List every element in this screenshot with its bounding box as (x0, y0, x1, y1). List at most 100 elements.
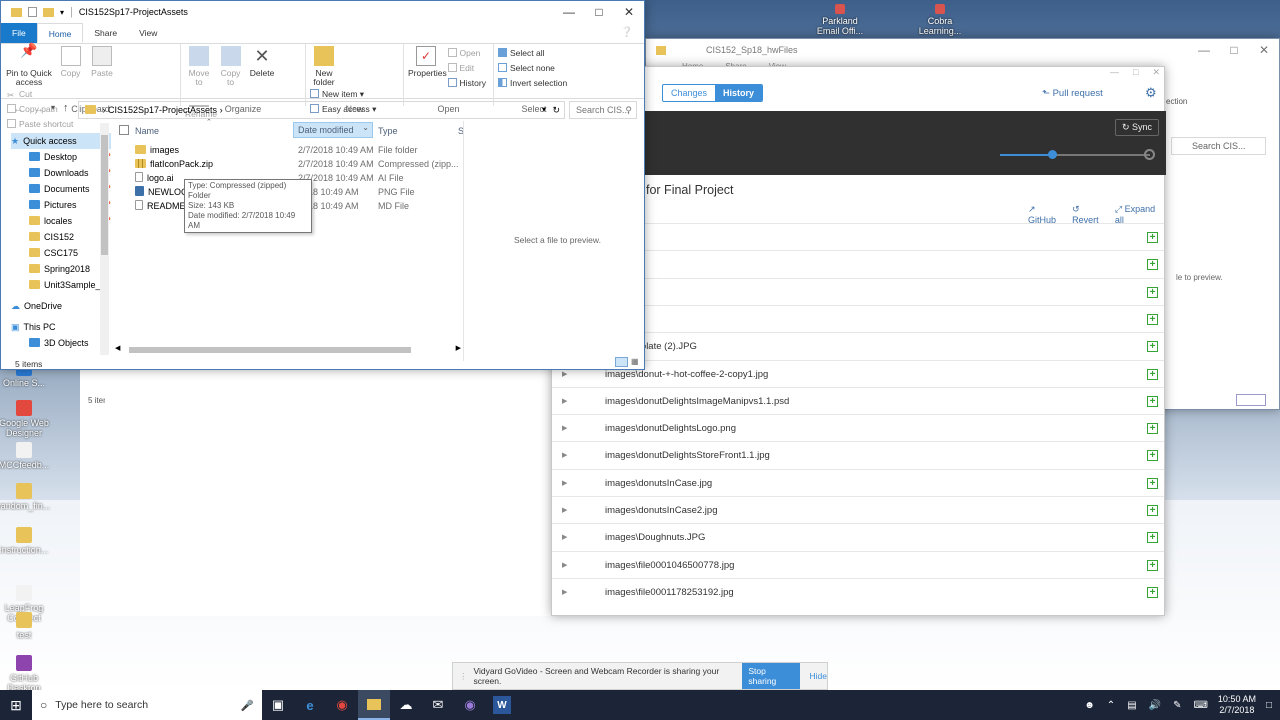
minimize-icon[interactable]: — (554, 5, 584, 19)
notifications-icon[interactable]: □ (1266, 700, 1272, 711)
drag-handle-icon[interactable]: ⋮ (459, 671, 468, 682)
file-row[interactable]: flatIconPack.zip 2/7/2018 10:49 AM Compres… (111, 157, 461, 171)
changed-file-row[interactable]: ▶ images\donutsInCase2.jpg + (552, 496, 1164, 523)
search-input[interactable]: Search CIS... ⚲ (569, 101, 637, 119)
file-row[interactable]: images 2/7/2018 10:49 AM File folder (111, 143, 461, 157)
microphone-icon[interactable]: 🎤 (241, 699, 254, 712)
desktop-icon[interactable]: random_fin... (0, 483, 54, 511)
network-icon[interactable]: ▤ (1127, 700, 1136, 711)
nav-item[interactable]: Pictures📌 (11, 197, 111, 213)
select-all-button[interactable]: Select all (498, 46, 570, 61)
desktop-icon[interactable]: instruction... (0, 527, 54, 555)
minimize-icon[interactable]: — (1189, 43, 1219, 57)
nav-scrollbar[interactable] (100, 123, 109, 355)
nav-item[interactable]: ▣ This PC (11, 319, 111, 335)
column-dropdown-icon[interactable]: ⌄ (362, 123, 369, 132)
select-none-button[interactable]: Select none (498, 61, 570, 76)
clock[interactable]: 10:50 AM 2/7/2018 (1218, 694, 1256, 716)
address-dropdown-icon[interactable]: ▾ (542, 102, 546, 118)
changed-file-row[interactable]: ▶ images\donutDelightsStoreFront1.1.jpg + (552, 441, 1164, 468)
nav-item[interactable]: CIS152 (11, 229, 111, 245)
volume-icon[interactable]: 🔊 (1149, 700, 1161, 711)
qat-dropdown-icon[interactable]: ▾ (60, 8, 64, 17)
task-view-icon[interactable]: ▣ (262, 690, 294, 720)
timeline-selected-dot[interactable] (1048, 150, 1057, 159)
word-icon[interactable]: W (493, 696, 511, 714)
tab-changes[interactable]: Changes (663, 85, 715, 101)
expand-triangle-icon[interactable]: ▶ (562, 388, 567, 415)
expand-triangle-icon[interactable]: ▶ (562, 524, 567, 551)
expand-triangle-icon[interactable]: ▶ (562, 579, 567, 606)
start-button[interactable]: ⊞ (0, 690, 32, 720)
keyboard-icon[interactable]: ⌨ (1193, 700, 1207, 711)
up-arrow-icon[interactable]: ↑ (63, 102, 69, 114)
open-button[interactable]: Open (447, 46, 486, 61)
maximize-icon[interactable]: □ (1219, 43, 1249, 57)
new-folder-quick-icon[interactable] (43, 7, 54, 17)
delete-button[interactable]: ✕ Delete (248, 46, 276, 78)
help-icon[interactable]: ❔ (610, 23, 644, 43)
file-explorer-window[interactable]: ▾ | CIS152Sp17-ProjectAssets — □ ✕ File … (0, 0, 645, 370)
invert-selection-button[interactable]: Invert selection (498, 76, 570, 91)
history-button[interactable]: History (447, 76, 486, 91)
tab-view[interactable]: View (128, 23, 168, 43)
paste-button[interactable]: Paste (88, 46, 116, 78)
column-date-modified[interactable]: Date modified ⌄ (293, 122, 373, 138)
edge-browser-icon[interactable]: e (294, 690, 326, 720)
move-to-button[interactable]: Move to (185, 46, 213, 87)
large-icons-view-icon[interactable]: ▦ (631, 357, 641, 367)
back-search-input[interactable]: Search CIS... (1171, 137, 1266, 155)
desktop-icon[interactable]: MCCfeedb... (0, 442, 54, 470)
nav-item[interactable]: Desktop📌 (11, 149, 111, 165)
sync-button[interactable]: ↻ Sync (1115, 119, 1160, 136)
revert-button[interactable]: ↺ Revert (1072, 204, 1107, 225)
properties-quick-icon[interactable] (28, 7, 37, 17)
copy-button[interactable]: Copy (57, 46, 85, 78)
nav-item[interactable]: 3D Objects (11, 335, 111, 351)
pin-quick-access-button[interactable]: 📌 Pin to Quick access (5, 43, 53, 87)
select-all-checkbox[interactable] (119, 125, 129, 135)
horizontal-scrollbar[interactable]: ◀ ▶ (115, 345, 461, 355)
copy-to-button[interactable]: Copy to (217, 46, 245, 87)
desktop-icon[interactable]: test (0, 612, 54, 640)
refresh-icon[interactable]: ↻ (552, 102, 560, 118)
changed-file-row[interactable]: ▶ images\file0001046500778.jpg + (552, 550, 1164, 578)
gh-maximize-icon[interactable]: □ (1133, 67, 1138, 77)
tab-home[interactable]: Home (36, 23, 84, 43)
pull-request-button[interactable]: ⬑ Pull request (1042, 88, 1103, 99)
maximize-icon[interactable]: □ (584, 5, 614, 19)
cloud-app-icon[interactable]: ☁ (390, 690, 422, 720)
expand-all-button[interactable]: ⤢ Expand all (1115, 204, 1164, 225)
recent-dropdown-icon[interactable]: ▾ (51, 103, 55, 112)
desktop-icon[interactable]: Cobra Learning... (910, 4, 970, 36)
changed-file-row[interactable]: ▶ images\file0001178253192.jpg + (552, 577, 1164, 606)
hide-button[interactable]: Hide (810, 671, 827, 681)
file-explorer-taskbar-icon[interactable] (358, 690, 390, 720)
nav-item[interactable]: locales📌 (11, 213, 111, 229)
settings-gear-icon[interactable]: ⚙ (1145, 85, 1157, 101)
expand-triangle-icon[interactable]: ▶ (562, 415, 567, 442)
timeline-end-dot[interactable] (1144, 149, 1155, 160)
stop-sharing-button[interactable]: Stop sharing (742, 663, 800, 689)
changed-file-row[interactable]: ▶ images\donutDelightsLogo.png + (552, 414, 1164, 441)
desktop-icon[interactable]: GitHub Desktop (0, 655, 54, 693)
column-type[interactable]: Type (378, 126, 398, 136)
edit-button[interactable]: Edit (447, 61, 486, 76)
new-folder-button[interactable]: New folder (310, 46, 338, 87)
gh-minimize-icon[interactable]: — (1110, 67, 1119, 77)
column-name[interactable]: Name (135, 126, 159, 136)
close-icon[interactable]: ✕ (1249, 43, 1279, 57)
tab-file[interactable]: File (1, 23, 37, 43)
pen-icon[interactable]: ✎ (1173, 700, 1181, 711)
close-icon[interactable]: ✕ (614, 5, 644, 19)
nav-item[interactable]: Unit3Sample_Di (11, 277, 111, 293)
nav-item[interactable]: CSC175 (11, 245, 111, 261)
tray-chevron-icon[interactable]: ⌃ (1107, 700, 1115, 711)
tab-history[interactable]: History (715, 85, 763, 101)
changed-file-row[interactable]: ▶ images\donutDelightsImageManipvs1.1.psd… (552, 386, 1164, 415)
taskbar-search-box[interactable]: ○ Type here to search 🎤 (32, 690, 262, 720)
changed-file-row[interactable]: ▶ images\donutsInCase.jpg + (552, 468, 1164, 497)
expand-triangle-icon[interactable]: ▶ (562, 470, 567, 497)
nav-item[interactable]: Spring2018 (11, 261, 111, 277)
desktop-icon[interactable]: Parkland Email Offi... (810, 4, 870, 36)
